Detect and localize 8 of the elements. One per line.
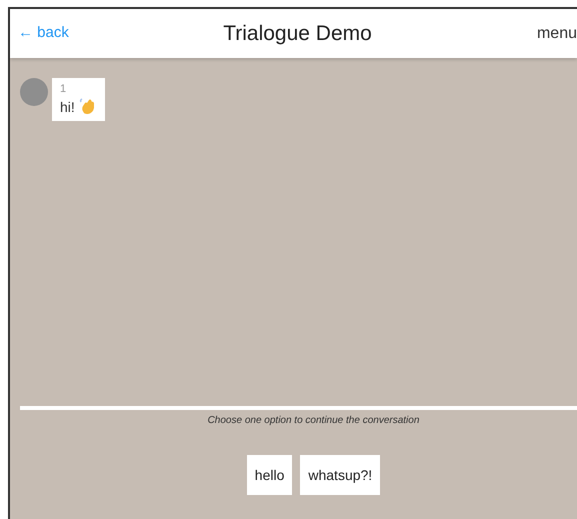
page-title: Trialogue Demo xyxy=(223,20,372,47)
option-button[interactable]: whatsup?! xyxy=(300,455,380,495)
message-text: hi! xyxy=(60,95,97,119)
menu-button[interactable]: menu xyxy=(477,22,577,46)
prompt-text: Choose one option to continue the conversation xyxy=(206,414,420,428)
option-button[interactable]: hello xyxy=(246,455,292,495)
sender-label: 1 xyxy=(60,84,68,95)
avatar xyxy=(20,78,48,106)
